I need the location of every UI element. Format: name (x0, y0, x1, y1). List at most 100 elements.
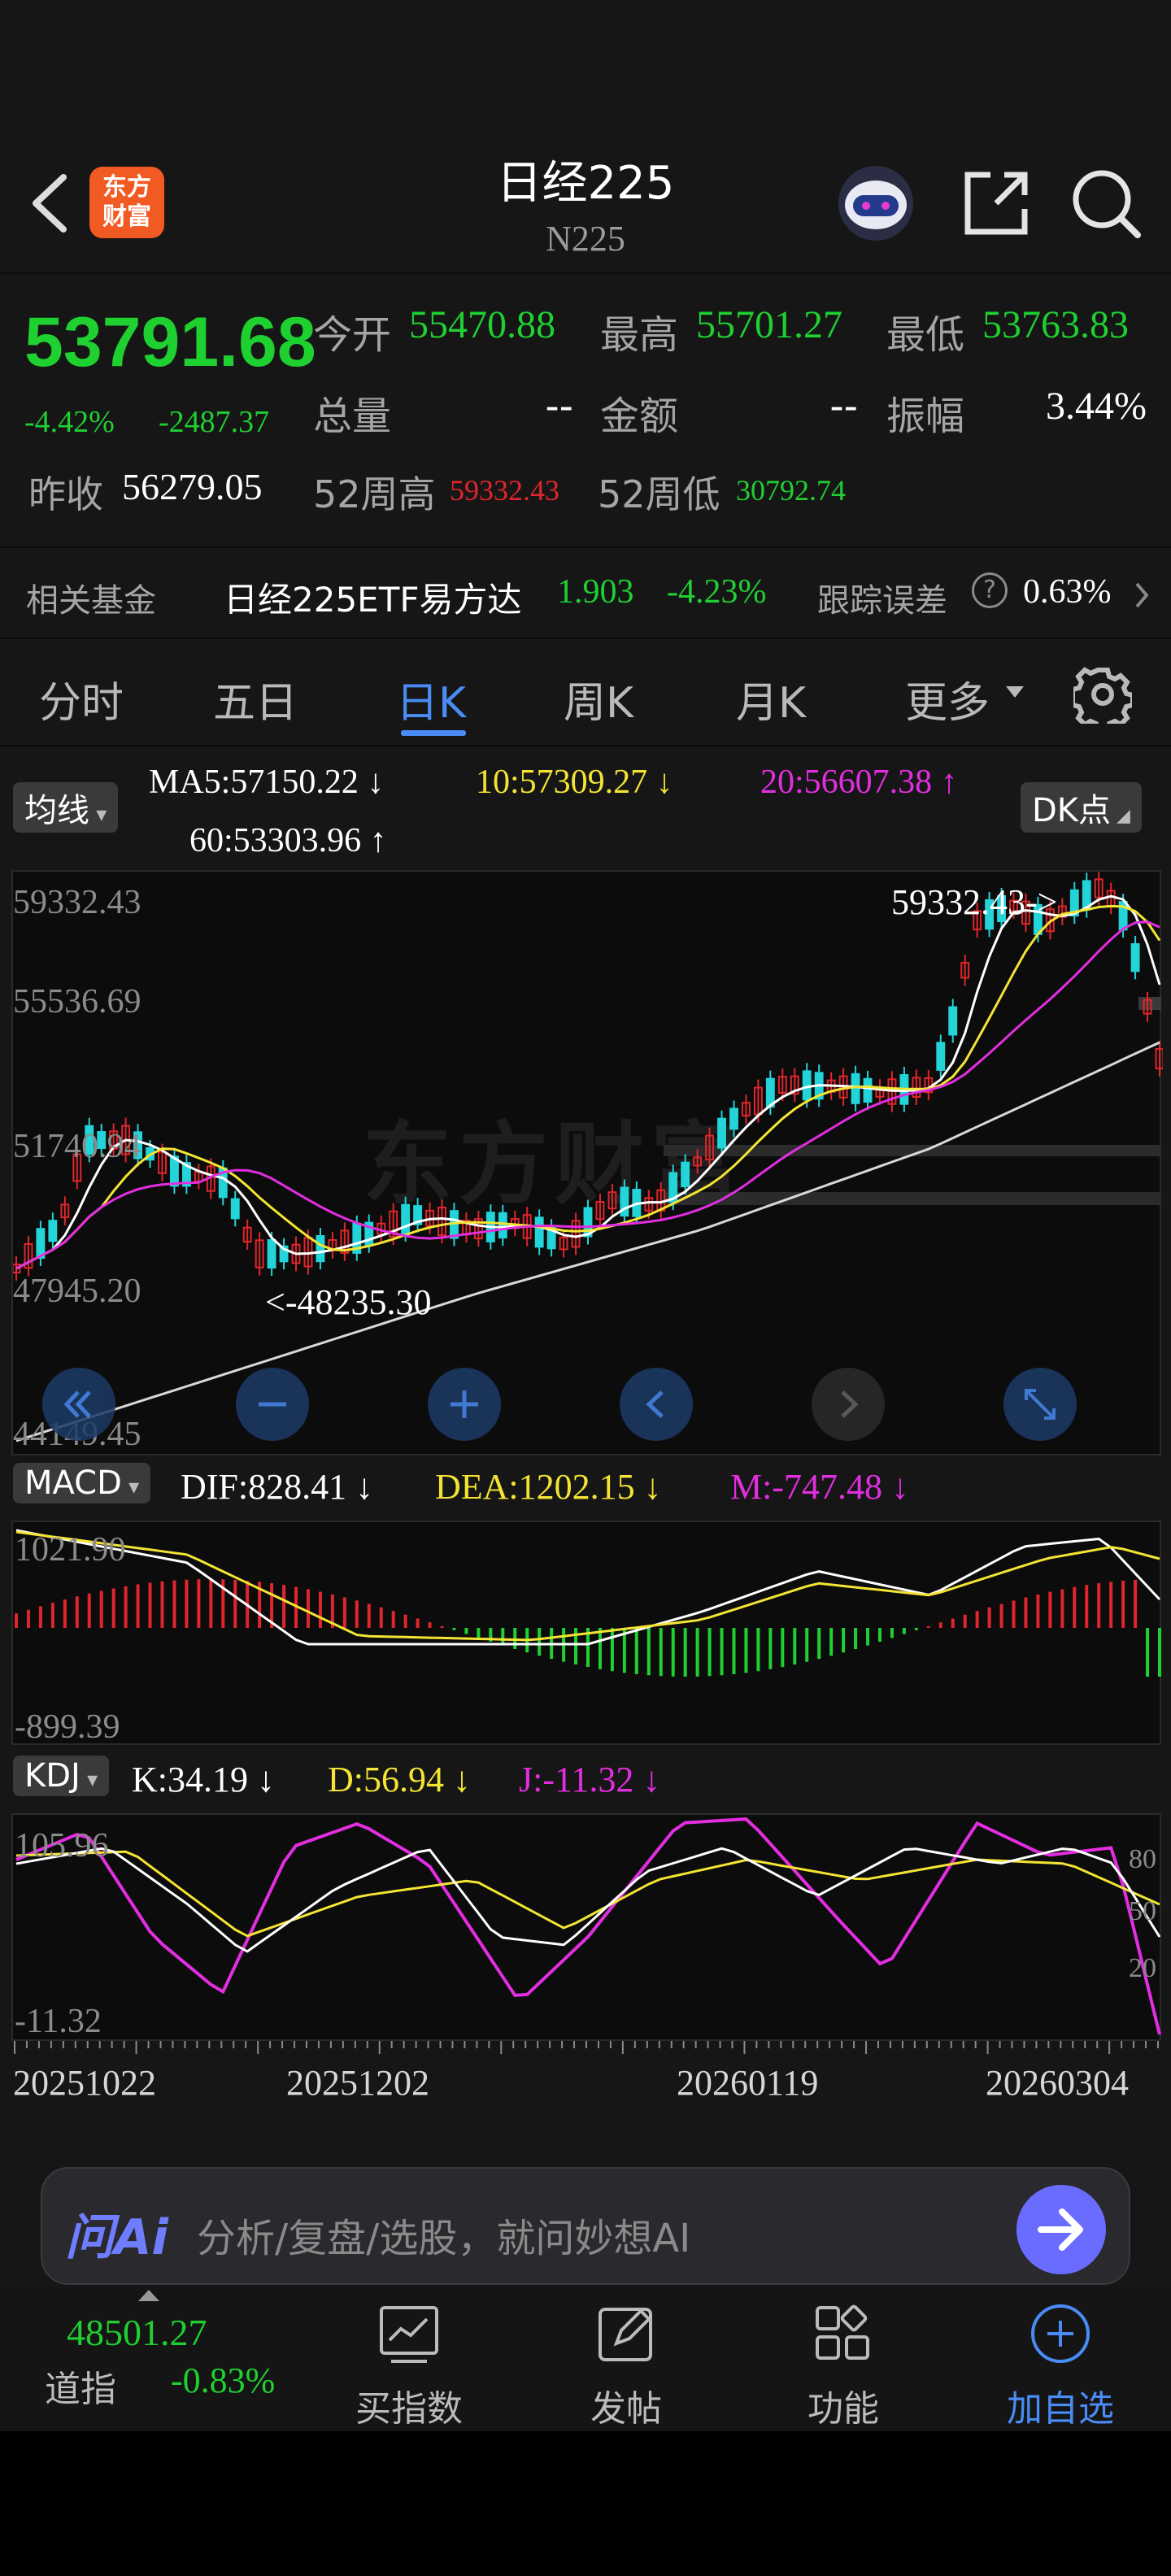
kdj-selector[interactable]: KDJ ▾ (13, 1756, 110, 1796)
macd-selector[interactable]: MACD ▾ (13, 1463, 151, 1503)
kdj-d: D:56.94 ↓ (328, 1759, 471, 1800)
dk-point-button[interactable]: DK点 ◢ (1021, 782, 1142, 833)
candle-body (267, 1238, 276, 1269)
zoom-out-button[interactable] (236, 1368, 309, 1441)
macd-y-top: 1021.90 (15, 1531, 126, 1569)
macd-bar (124, 1586, 128, 1628)
candle-body (729, 1107, 738, 1130)
macd-bar (744, 1628, 748, 1673)
robot-icon (838, 166, 913, 241)
macd-bar (209, 1579, 213, 1628)
nav-add-watchlist[interactable]: 加自选 (979, 2301, 1142, 2431)
macd-bar (233, 1579, 237, 1628)
kline-chart[interactable]: 东方财富 59332.43 55536.69 51740.94 47945.20… (11, 870, 1163, 1456)
w52-low-label: 52周低 (598, 472, 720, 516)
chevron-right-icon (1135, 582, 1149, 608)
help-icon[interactable]: ? (972, 572, 1008, 608)
macd-bar (50, 1603, 54, 1628)
quote-panel: 53791.68 -4.42% -2487.37 今开 55470.88 最高 … (0, 274, 1171, 546)
dow-index-widget[interactable]: 48501.27 道指 -0.83% (0, 2285, 309, 2431)
share-button[interactable] (960, 167, 1033, 240)
w52-high-value: 59332.43 (450, 474, 559, 507)
fund-name: 日经225ETF易方达 (224, 580, 522, 620)
dow-index-change: -0.83% (171, 2361, 276, 2400)
amplitude-label: 振幅 (886, 394, 965, 439)
macd-legend: MACD ▾ DIF:828.41 ↓ DEA:1202.15 ↓ M:-747… (0, 1460, 1171, 1516)
nav-buy-index[interactable]: 买指数 (328, 2301, 490, 2431)
settings-gear-icon[interactable] (1073, 665, 1132, 724)
grid-apps-icon (816, 2304, 869, 2360)
scroll-right-button[interactable] (812, 1368, 885, 1441)
scroll-left-button[interactable] (620, 1368, 693, 1441)
scroll-far-left-button[interactable] (42, 1368, 115, 1441)
logo-text-bottom: 财富 (102, 202, 151, 231)
macd-bar (926, 1626, 930, 1628)
chevron-right-icon (841, 1390, 859, 1418)
macd-bar (136, 1584, 140, 1628)
tab-five-day[interactable]: 五日 (213, 668, 298, 729)
kdj-right-20: 20 (1129, 1953, 1156, 1983)
macd-bar (185, 1579, 189, 1628)
macd-bar (160, 1581, 164, 1628)
back-button[interactable] (24, 171, 73, 236)
macd-bar (75, 1596, 79, 1628)
ma-selector[interactable]: 均线 ▾ (13, 782, 119, 833)
min-annotation: <-48235.30 (265, 1282, 432, 1322)
macd-bar (355, 1600, 359, 1628)
tab-daily-k[interactable]: 日K (396, 668, 466, 729)
kdj-selector-label: KDJ (24, 1757, 81, 1795)
y-label-max: 59332.43 (13, 884, 141, 921)
open-value: 55470.88 (409, 303, 555, 346)
tab-intraday[interactable]: 分时 (39, 668, 124, 729)
prev-close-value: 56279.05 (122, 466, 263, 507)
related-fund-row[interactable]: 相关基金 日经225ETF易方达 1.903 -4.23% 跟踪误差 ? 0.6… (0, 548, 1171, 637)
corner-icon: ◢ (1111, 806, 1130, 826)
macd-bar (538, 1628, 542, 1656)
ma10-text: 10:57309.27 (476, 764, 648, 801)
macd-bar (695, 1628, 699, 1677)
kline-svg (13, 872, 1163, 1442)
tab-monthly-k[interactable]: 月K (736, 668, 806, 729)
date-label-3: 20260119 (677, 2063, 819, 2103)
nav-functions[interactable]: 功能 (762, 2301, 925, 2431)
fund-change: -4.23% (667, 573, 767, 611)
tab-weekly-k[interactable]: 周K (564, 668, 633, 729)
macd-y-bottom: -899.39 (15, 1708, 120, 1746)
macd-bar (1048, 1591, 1052, 1628)
macd-bar (732, 1628, 736, 1674)
high-value: 55701.27 (696, 303, 842, 346)
macd-bar (1097, 1583, 1101, 1628)
kdj-chart[interactable]: 105.96 -11.32 80 50 20 (11, 1813, 1161, 2041)
fullscreen-button[interactable] (1003, 1368, 1077, 1441)
max-annotation: 59332.43-> (891, 882, 1058, 922)
macd-bar (842, 1628, 846, 1653)
app-screen: 东方 财富 日经225 N225 53791.68 -4.42% -2487.3… (0, 0, 1171, 2431)
ai-input-placeholder[interactable]: 分析/复盘/选股，就问妙想AI (197, 2206, 690, 2263)
macd-bar (866, 1628, 870, 1646)
macd-bar (1012, 1600, 1016, 1628)
ai-assistant-bar[interactable]: 问Ai 分析/复盘/选股，就问妙想AI (41, 2167, 1130, 2285)
macd-bar (683, 1628, 687, 1677)
macd-bar (452, 1628, 456, 1630)
app-logo: 东方 财富 (89, 167, 164, 238)
tracking-error-value: 0.63% (1023, 573, 1112, 611)
macd-bar (646, 1628, 651, 1676)
robot-avatar-button[interactable] (834, 163, 919, 244)
share-icon (964, 172, 1028, 235)
date-label-1: 20251022 (13, 2063, 156, 2103)
macd-chart[interactable]: 1021.90 -899.39 (11, 1521, 1161, 1746)
change-absolute: -2487.37 (159, 405, 270, 439)
search-button[interactable] (1069, 167, 1143, 240)
macd-bar (15, 1613, 18, 1628)
macd-bar (938, 1622, 942, 1628)
macd-bar (756, 1628, 760, 1672)
tab-more[interactable]: 更多 (905, 668, 990, 729)
macd-bar (671, 1628, 675, 1677)
tracking-error-label: 跟踪误差 (817, 582, 947, 620)
zoom-in-button[interactable] (428, 1368, 501, 1441)
nav-add-watchlist-label: 加自选 (1007, 2388, 1114, 2430)
nav-post[interactable]: 发帖 (545, 2301, 707, 2431)
ai-send-button[interactable] (1016, 2185, 1106, 2274)
macd-bar (379, 1607, 383, 1628)
date-label-4: 20260304 (986, 2063, 1129, 2103)
